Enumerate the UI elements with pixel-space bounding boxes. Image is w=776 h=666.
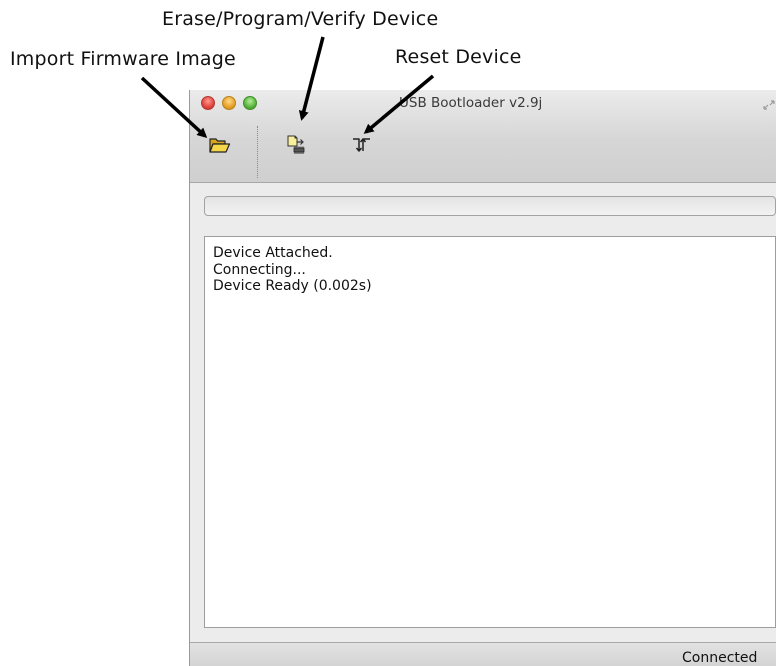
unified-titlebar-toolbar: USB Bootloader v2.9j [190,90,776,183]
status-bar: Connected [190,642,776,666]
log-output[interactable]: Device Attached. Connecting... Device Read… [204,236,776,628]
log-line: Device Attached. [213,245,333,261]
callout-import-firmware-image: Import Firmware Image [10,48,236,70]
chip-program-icon [285,134,307,160]
reset-device-button[interactable] [348,134,376,160]
minimize-window-button[interactable] [222,96,236,110]
fullscreen-icon[interactable] [762,96,776,110]
import-firmware-button[interactable] [206,134,234,160]
callout-reset-device: Reset Device [395,46,522,68]
close-window-button[interactable] [201,96,215,110]
bootloader-window: USB Bootloader v2.9j Device Attached. Co… [189,90,776,666]
reset-signal-icon [351,135,373,159]
toolbar-separator [257,126,258,178]
log-line: Device Ready (0.002s) [213,278,372,294]
log-line: Connecting... [213,261,306,278]
open-folder-icon [209,136,231,158]
erase-program-verify-button[interactable] [282,134,310,160]
connection-status: Connected [682,650,758,666]
zoom-window-button[interactable] [243,96,257,110]
callout-erase-program-verify-device: Erase/Program/Verify Device [162,8,439,30]
screenshot-stage: Import Firmware Image Erase/Program/Veri… [0,0,776,666]
progress-bar [204,196,776,216]
window-title: USB Bootloader v2.9j [399,95,543,111]
